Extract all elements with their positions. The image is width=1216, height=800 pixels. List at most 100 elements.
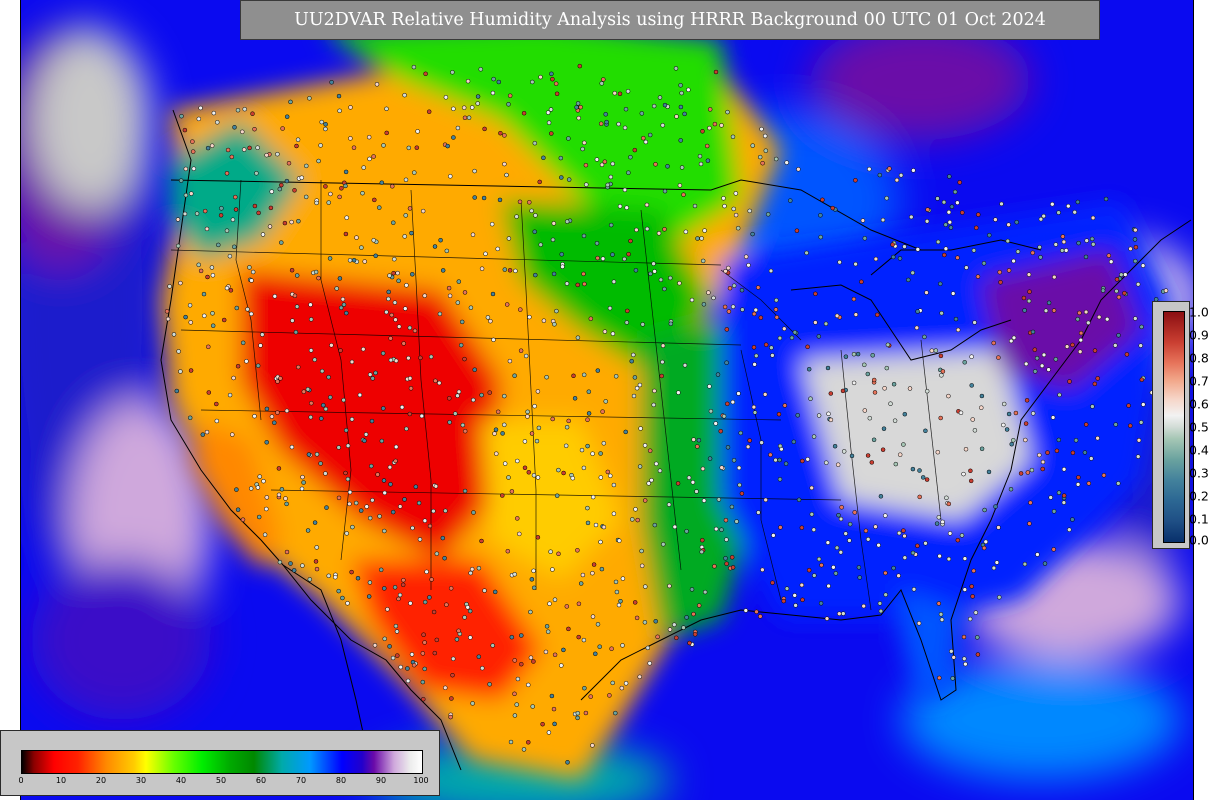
observation-marker xyxy=(502,393,507,399)
observation-marker xyxy=(583,710,589,716)
observation-marker xyxy=(387,273,392,278)
observation-marker xyxy=(1061,493,1067,498)
observation-marker xyxy=(326,573,331,579)
observation-marker xyxy=(512,691,517,697)
observation-marker xyxy=(512,658,517,663)
observation-marker xyxy=(250,111,255,116)
observation-marker xyxy=(611,279,617,284)
observation-marker xyxy=(564,219,570,224)
observation-marker xyxy=(256,514,262,520)
observation-marker xyxy=(214,418,220,424)
observation-marker xyxy=(891,381,897,387)
observation-marker xyxy=(873,524,878,529)
observation-marker xyxy=(1011,438,1016,443)
observation-marker xyxy=(729,504,735,510)
observation-marker xyxy=(200,432,206,437)
observation-marker xyxy=(652,269,657,274)
observation-marker xyxy=(319,368,325,374)
observation-marker xyxy=(387,644,392,649)
observation-marker xyxy=(202,313,207,319)
observation-marker xyxy=(1100,288,1106,293)
observation-marker xyxy=(955,327,961,333)
observation-marker xyxy=(1073,438,1079,443)
observation-marker xyxy=(344,531,349,536)
observation-marker xyxy=(529,431,535,436)
observation-marker xyxy=(950,676,955,681)
observation-marker xyxy=(777,443,783,449)
observation-marker xyxy=(359,245,364,250)
observation-marker xyxy=(707,125,712,131)
observation-marker xyxy=(668,275,673,281)
observation-marker xyxy=(727,285,733,291)
observation-marker xyxy=(869,460,875,465)
observation-marker xyxy=(554,308,559,314)
observation-marker xyxy=(684,529,689,534)
observation-marker xyxy=(667,583,672,589)
observation-marker xyxy=(385,607,390,612)
observation-marker xyxy=(826,583,831,589)
observation-marker xyxy=(660,343,666,348)
observation-marker xyxy=(552,721,557,727)
observation-marker xyxy=(770,580,775,585)
observation-marker xyxy=(833,571,839,576)
observation-marker xyxy=(575,715,580,721)
observation-marker xyxy=(571,373,576,379)
observation-marker xyxy=(294,304,300,309)
observation-marker xyxy=(805,344,810,350)
observation-marker xyxy=(328,395,333,400)
observation-marker xyxy=(260,332,265,337)
observation-marker xyxy=(962,360,967,365)
observation-marker xyxy=(936,515,942,520)
observation-marker xyxy=(595,622,601,627)
observation-marker xyxy=(969,354,974,359)
observation-marker xyxy=(601,524,607,530)
observation-marker xyxy=(653,162,658,167)
observation-marker xyxy=(894,177,900,183)
observation-marker xyxy=(668,321,674,327)
observation-marker xyxy=(409,230,414,236)
observation-marker xyxy=(910,550,916,556)
observation-marker xyxy=(1040,466,1045,472)
observation-marker xyxy=(838,550,844,555)
observation-marker xyxy=(1061,500,1067,505)
observation-marker xyxy=(830,205,835,211)
observation-marker xyxy=(768,268,774,274)
observation-marker xyxy=(963,446,969,452)
observation-marker xyxy=(799,525,805,530)
observation-marker xyxy=(357,392,363,398)
observation-marker xyxy=(643,584,648,589)
rh-tick: 80 xyxy=(335,776,347,785)
observation-marker xyxy=(1030,250,1035,256)
observation-marker xyxy=(347,489,353,495)
observation-marker xyxy=(305,528,311,533)
observation-marker xyxy=(622,125,628,131)
observation-marker xyxy=(893,461,899,467)
observation-marker xyxy=(610,252,615,257)
observation-marker xyxy=(535,475,541,480)
observation-marker xyxy=(487,390,492,395)
observation-marker xyxy=(388,336,393,341)
observation-marker xyxy=(432,244,438,249)
observation-marker xyxy=(403,213,408,218)
observation-marker xyxy=(351,257,357,263)
observation-marker xyxy=(608,473,613,479)
observation-marker xyxy=(595,368,601,373)
observation-marker xyxy=(224,228,230,233)
observation-marker xyxy=(1060,234,1066,239)
observation-marker xyxy=(205,145,211,151)
observation-marker xyxy=(517,199,523,205)
observation-marker xyxy=(381,143,386,148)
observation-marker xyxy=(521,747,527,752)
observation-marker xyxy=(462,488,468,494)
observation-marker xyxy=(225,147,231,153)
observation-marker xyxy=(731,283,737,288)
observation-marker xyxy=(1041,352,1047,358)
map-panel[interactable] xyxy=(20,0,1194,800)
observation-marker xyxy=(800,458,805,464)
observation-marker xyxy=(277,559,283,565)
obs-tick: 1.0 xyxy=(1189,304,1209,320)
observation-marker xyxy=(475,101,480,106)
observation-marker xyxy=(695,236,700,241)
observation-marker xyxy=(1051,547,1056,552)
obs-tick: 0.0 xyxy=(1189,532,1209,548)
